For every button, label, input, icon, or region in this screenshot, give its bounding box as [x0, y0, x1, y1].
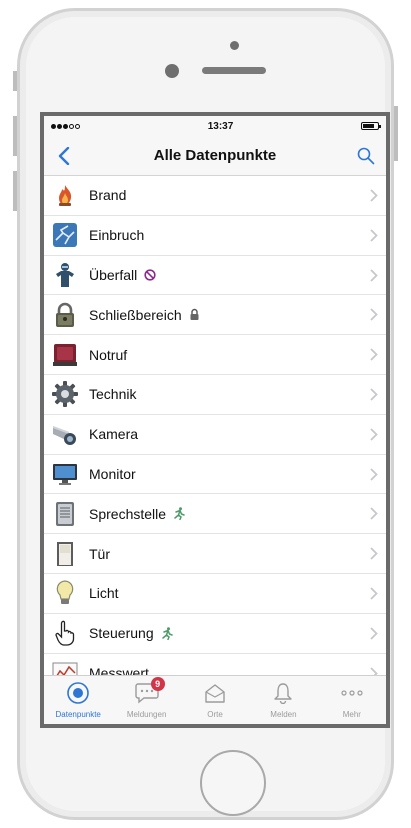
tab-meldungen[interactable]: 9 Meldungen	[112, 676, 180, 724]
unread-count-badge: 9	[150, 677, 165, 691]
power-button	[394, 106, 398, 161]
list-item-schliessbereich[interactable]: Schließbereich	[44, 295, 386, 336]
list-item-technik[interactable]: Technik	[44, 374, 386, 415]
camera-icon	[52, 421, 78, 447]
chevron-right-icon	[370, 268, 378, 282]
navigation-bar: Alle Datenpunkte	[44, 136, 386, 176]
alarm-light-icon	[52, 342, 78, 368]
chevron-right-icon	[370, 467, 378, 481]
list-item-label: Notruf	[89, 346, 128, 363]
tab-label: Mehr	[342, 710, 361, 719]
chevron-right-icon	[370, 587, 378, 600]
volume-up-button	[13, 116, 17, 156]
list-item-licht[interactable]: Licht	[44, 573, 386, 614]
list-item-einbruch[interactable]: Einbruch	[44, 215, 386, 256]
search-button[interactable]	[354, 144, 378, 168]
page-title: Alle Datenpunkte	[153, 147, 277, 164]
message-icon: 9	[133, 677, 165, 706]
list-item-label: Überfall	[89, 266, 138, 283]
chevron-right-icon	[370, 547, 378, 560]
fire-icon	[52, 182, 78, 208]
mute-switch	[13, 71, 17, 91]
list-item-monitor[interactable]: Monitor	[44, 454, 386, 495]
chevron-left-icon	[58, 147, 70, 165]
front-sensor	[230, 41, 239, 50]
screen-bezel: 13:37 Alle Datenpunkte Brand Einbruch Üb…	[40, 112, 390, 728]
status-bar: 13:37	[44, 116, 386, 136]
tab-label: Datenpunkte	[55, 710, 101, 719]
padlock-icon	[52, 302, 78, 328]
list-item-label: Licht	[89, 585, 119, 602]
list-item-brand[interactable]: Brand	[44, 176, 386, 216]
list-item-notruf[interactable]: Notruf	[44, 335, 386, 375]
bell-icon	[269, 680, 297, 706]
list-item-label: Einbruch	[89, 227, 145, 244]
battery-icon	[360, 122, 381, 130]
list-item-steuerung[interactable]: Steuerung	[44, 613, 386, 654]
signal-strength-icon	[51, 123, 80, 129]
tab-mehr[interactable]: Mehr	[318, 676, 386, 724]
door-icon	[52, 541, 78, 567]
front-camera	[165, 64, 179, 78]
intercom-icon	[52, 501, 78, 527]
broken-glass-icon	[52, 222, 78, 248]
monitor-icon	[52, 461, 78, 487]
list-item-label: Monitor	[89, 465, 136, 482]
list-item-kamera[interactable]: Kamera	[44, 414, 386, 455]
list-item-label: Tür	[89, 545, 110, 562]
list-item-tuer[interactable]: Tür	[44, 534, 386, 574]
gear-icon	[52, 381, 78, 408]
home-button[interactable]	[200, 750, 266, 816]
volume-down-button	[13, 171, 17, 211]
house-icon	[201, 680, 229, 706]
list-item-label: Brand	[89, 187, 127, 204]
chevron-right-icon	[370, 308, 378, 322]
list-item-sprechstelle[interactable]: Sprechstelle	[44, 494, 386, 535]
datapoints-icon	[64, 680, 92, 706]
tab-melden[interactable]: Melden	[249, 676, 317, 724]
chevron-right-icon	[370, 348, 378, 361]
chevron-right-icon	[370, 229, 378, 242]
tab-orte[interactable]: Orte	[181, 676, 249, 724]
running-person-icon	[173, 507, 185, 521]
chevron-right-icon	[370, 428, 378, 441]
list-item-label: Sprechstelle	[89, 505, 167, 522]
tab-bar: Datenpunkte 9 Meldungen Orte Melden Mehr	[44, 675, 386, 724]
tab-label: Meldungen	[126, 710, 167, 719]
lock-small-icon	[189, 308, 200, 321]
more-icon	[338, 680, 366, 706]
light-bulb-icon	[52, 580, 78, 606]
back-button[interactable]	[52, 144, 76, 168]
pointing-hand-icon	[52, 620, 78, 646]
list-item-ueberfall[interactable]: Überfall	[44, 255, 386, 296]
earpiece-speaker	[202, 67, 266, 74]
robber-icon	[52, 262, 78, 288]
tab-label: Orte	[207, 710, 223, 719]
status-time: 13:37	[207, 120, 234, 132]
tab-label: Melden	[270, 710, 297, 719]
prohibited-icon	[144, 269, 156, 281]
list-item-label: Technik	[89, 386, 137, 403]
chevron-right-icon	[370, 189, 378, 202]
chevron-right-icon	[370, 388, 378, 401]
chevron-right-icon	[370, 507, 378, 521]
search-icon	[357, 147, 375, 165]
app-display: 13:37 Alle Datenpunkte Brand Einbruch Üb…	[44, 116, 386, 724]
list-item-label: Schließbereich	[89, 306, 182, 323]
list-item-label: Kamera	[89, 426, 139, 443]
datapoint-list: Brand Einbruch Überfall Schließbereich N…	[44, 176, 386, 694]
chevron-right-icon	[370, 627, 378, 640]
list-item-label: Steuerung	[89, 625, 154, 642]
tab-datenpunkte[interactable]: Datenpunkte	[44, 676, 112, 724]
running-person-icon	[161, 626, 173, 640]
